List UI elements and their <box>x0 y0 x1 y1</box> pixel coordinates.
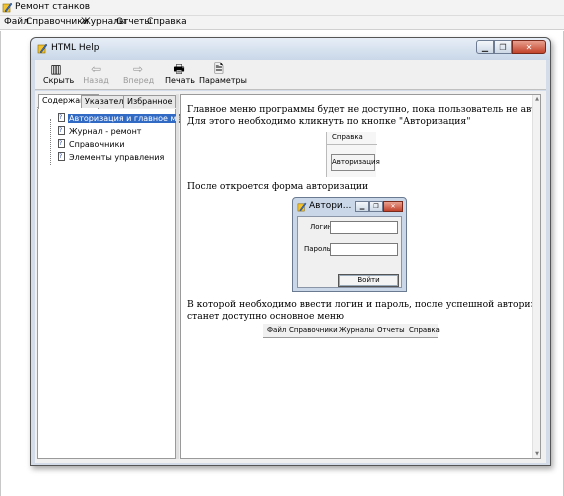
app-title-bar: Ремонт станков <box>0 0 564 16</box>
help-topic-icon <box>58 151 65 162</box>
auth-dialog-title-bar: Автори... ▁ ❐ ✕ <box>293 198 406 216</box>
spravka-screenshot: Справка Авторизация <box>326 132 380 177</box>
forward-button[interactable]: ⇨ Вперед <box>123 62 155 85</box>
forward-arrow-icon: ⇨ <box>132 62 144 76</box>
close-button[interactable]: ✕ <box>512 40 546 54</box>
tab-favorites[interactable]: Избранное <box>123 95 177 108</box>
minimize-button[interactable]: ▁ <box>476 40 494 54</box>
tree-item-authorization[interactable]: Авторизация и главное меню <box>58 112 195 124</box>
print-label: Печать <box>165 76 195 85</box>
menu-help[interactable]: Справка <box>147 17 187 27</box>
help-topic-icon <box>58 125 65 136</box>
help-window: HTML Help ▁ ❐ ✕ ▥ Скрыть ⇦ Назад ⇨ Впере… <box>30 37 551 466</box>
auth-dialog-icon <box>297 202 307 212</box>
hide-pane-icon: ▥ <box>50 62 62 76</box>
auth-close-icon: ✕ <box>383 201 403 212</box>
close-icon: ✕ <box>525 42 533 52</box>
image-menu-reports: Отчеты <box>377 326 405 334</box>
auth-dialog-title: Автори... <box>309 201 352 211</box>
tree-item-repair-journal[interactable]: Журнал - ремонт <box>58 125 142 137</box>
tree-item-references[interactable]: Справочники <box>58 138 126 150</box>
auth-dialog-body: Логин Пароль Войти <box>297 216 402 288</box>
image-menu-file: Файл <box>267 326 287 334</box>
back-label: Назад <box>83 76 109 85</box>
auth-dialog-controls: ▁ ❐ ✕ <box>355 201 403 212</box>
help-topic-icon <box>58 138 65 149</box>
nav-tabs: Содержание Указатель Избранное <box>37 94 177 109</box>
options-button[interactable]: 🗎 Параметры <box>199 62 247 85</box>
help-toolbar: ▥ Скрыть ⇦ Назад ⇨ Вперед 🖶 Печать 🗎 Пар… <box>35 60 546 90</box>
help-title-bar[interactable]: HTML Help ▁ ❐ ✕ <box>31 38 550 60</box>
login-field-image <box>330 221 398 234</box>
login-button-image: Войти <box>338 274 399 287</box>
menu-references[interactable]: Справочники <box>26 17 89 27</box>
content-line-3: После откроется форма авторизации <box>187 181 369 192</box>
password-field-image <box>330 243 398 256</box>
content-line-2: Для этого необходимо кликнуть по кнопке … <box>187 116 471 127</box>
pane-splitter[interactable] <box>176 94 179 459</box>
auth-maximize-icon: ❐ <box>369 201 383 212</box>
image-menu-references: Справочники <box>289 326 338 334</box>
printer-icon: 🖶 <box>173 62 185 76</box>
contents-tree: Авторизация и главное меню Журнал - ремо… <box>37 109 195 459</box>
window-controls: ▁ ❐ ✕ <box>476 40 546 55</box>
hide-button[interactable]: ▥ Скрыть <box>43 62 74 85</box>
content-line-5: станет доступно основное меню <box>187 311 345 322</box>
back-button[interactable]: ⇦ Назад <box>83 62 109 85</box>
password-label: Пароль <box>304 245 331 253</box>
app-menu-bar: Файл Справочники Журналы Отчеты Справка <box>0 16 564 30</box>
minimize-icon: ▁ <box>481 42 489 52</box>
vertical-scrollbar[interactable]: ▲ ▼ <box>532 95 540 458</box>
scroll-up-icon[interactable]: ▲ <box>534 96 540 102</box>
options-label: Параметры <box>199 76 247 85</box>
auth-minimize-icon: ▁ <box>355 201 369 212</box>
app-pencil-icon <box>2 2 13 13</box>
content-line-1: Главное меню программы будет не доступно… <box>187 104 540 115</box>
topic-content: Главное меню программы будет не доступно… <box>180 94 541 459</box>
auth-dialog-screenshot: Автори... ▁ ❐ ✕ Логин Пароль Войти <box>292 197 407 292</box>
content-line-4: В которой необходимо ввести логин и паро… <box>187 299 541 310</box>
help-topic-icon <box>58 112 65 123</box>
back-arrow-icon: ⇦ <box>90 62 102 76</box>
menu-separator <box>327 144 377 145</box>
hide-label: Скрыть <box>43 76 75 85</box>
forward-label: Вперед <box>123 76 155 85</box>
scroll-down-icon[interactable]: ▼ <box>534 451 540 457</box>
maximize-icon: ❐ <box>499 42 507 52</box>
maximize-button[interactable]: ❐ <box>494 40 512 54</box>
help-window-icon <box>37 43 48 54</box>
app-title: Ремонт станков <box>15 2 91 12</box>
help-body: Содержание Указатель Избранное Авторизац… <box>35 91 546 463</box>
spravka-menu-label: Справка <box>332 133 363 141</box>
options-icon: 🗎 <box>214 62 224 76</box>
authorization-button-image: Авторизация <box>331 154 380 171</box>
image-menu-journals: Журналы <box>339 326 374 334</box>
print-button[interactable]: 🖶 Печать <box>165 62 195 85</box>
tree-item-controls[interactable]: Элементы управления <box>58 151 165 163</box>
login-label: Логин <box>310 223 333 231</box>
main-menu-screenshot: Файл Справочники Журналы Отчеты Справка <box>263 324 440 338</box>
image-menu-help: Справка <box>409 326 440 334</box>
help-window-title: HTML Help <box>51 43 100 53</box>
navigation-pane: Содержание Указатель Избранное Авторизац… <box>37 94 195 459</box>
tree-connector <box>50 119 51 165</box>
